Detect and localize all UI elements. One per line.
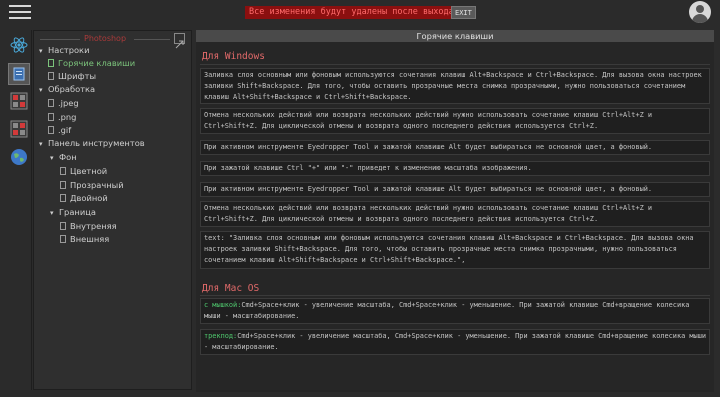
tree-item-inner[interactable]: Внутреняя — [60, 220, 117, 232]
content-panel: Горячие клавиши Для Windows Заливка слоя… — [196, 30, 714, 392]
section-divider — [200, 295, 710, 296]
app-icon-bar — [6, 30, 32, 390]
tree-item-background[interactable]: ▾ Фон — [50, 151, 77, 164]
trackpad-label: трекпод: — [204, 332, 238, 340]
mac-section-title: Для Mac OS — [202, 283, 260, 294]
tree-item-transparent[interactable]: Прозрачный — [60, 179, 124, 191]
tree-item-settings[interactable]: ▾ Настроки — [39, 44, 89, 57]
hotkey-card: Отмена нескольких действий или возврата … — [200, 108, 710, 134]
mouse-label: с мышкой: — [204, 301, 242, 309]
tree-item-jpeg[interactable]: .jpeg — [48, 97, 79, 109]
layout-panel-icon[interactable] — [8, 63, 30, 85]
expand-icon[interactable] — [174, 33, 185, 49]
tree-item-border[interactable]: ▾ Граница — [50, 206, 96, 219]
user-avatar-icon[interactable] — [689, 1, 711, 23]
atom-icon[interactable] — [10, 36, 28, 54]
hotkey-card: При активном инструменте Eyedropper Tool… — [200, 140, 710, 155]
page-title: Горячие клавиши — [196, 30, 714, 42]
tree-item-colored[interactable]: Цветной — [60, 165, 107, 177]
globe-icon[interactable] — [10, 148, 28, 166]
title-divider — [134, 39, 170, 40]
section-divider — [200, 64, 710, 65]
hotkey-card: трекпод:Cmd+Space+клик - увеличение масш… — [200, 329, 710, 355]
tree-item-double[interactable]: Двойной — [60, 192, 108, 204]
tree-item-processing[interactable]: ▾ Обработка — [39, 83, 95, 96]
navigation-tree: Photoshop ▾ Настроки Горячие клавиши Шриф… — [33, 30, 192, 390]
grid-red-icon-2[interactable] — [10, 120, 28, 138]
top-bar: Все изменения будут удалены после выхода… — [0, 0, 720, 24]
mouse-text: Cmd+Space+клик - увеличение масштаба, Cm… — [204, 301, 690, 320]
hamburger-menu-icon[interactable] — [9, 5, 31, 19]
exit-button[interactable]: EXIT — [451, 6, 476, 19]
tree-item-hotkeys[interactable]: Горячие клавиши — [48, 57, 135, 69]
hotkey-card: При зажатой клавише Ctrl "+" или "-" при… — [200, 161, 710, 176]
tree-title: Photoshop — [84, 34, 127, 43]
grid-red-icon[interactable] — [10, 92, 28, 110]
title-divider — [40, 39, 80, 40]
hotkey-card: При активном инструменте Eyedropper Tool… — [200, 182, 710, 197]
trackpad-text: Cmd+Space+клик - увеличение масштаба, Cm… — [204, 332, 706, 351]
tree-item-toolbar[interactable]: ▾ Панель инструментов — [39, 137, 145, 150]
hotkey-card: с мышкой:Cmd+Space+клик - увеличение мас… — [200, 298, 710, 324]
unsaved-warning: Все изменения будут удалены после выхода… — [245, 6, 463, 19]
tree-item-gif[interactable]: .gif — [48, 124, 71, 136]
hotkey-card: text: "Заливка слоя основным или фоновым… — [200, 231, 710, 269]
tree-item-outer[interactable]: Внешняя — [60, 233, 109, 245]
windows-section-title: Для Windows — [202, 51, 265, 62]
hotkey-card: Отмена нескольких действий или возврата … — [200, 201, 710, 227]
tree-item-fonts[interactable]: Шрифты — [48, 70, 96, 82]
tree-item-png[interactable]: .png — [48, 111, 76, 123]
hotkey-card: Заливка слоя основным или фоновым исполь… — [200, 68, 710, 104]
